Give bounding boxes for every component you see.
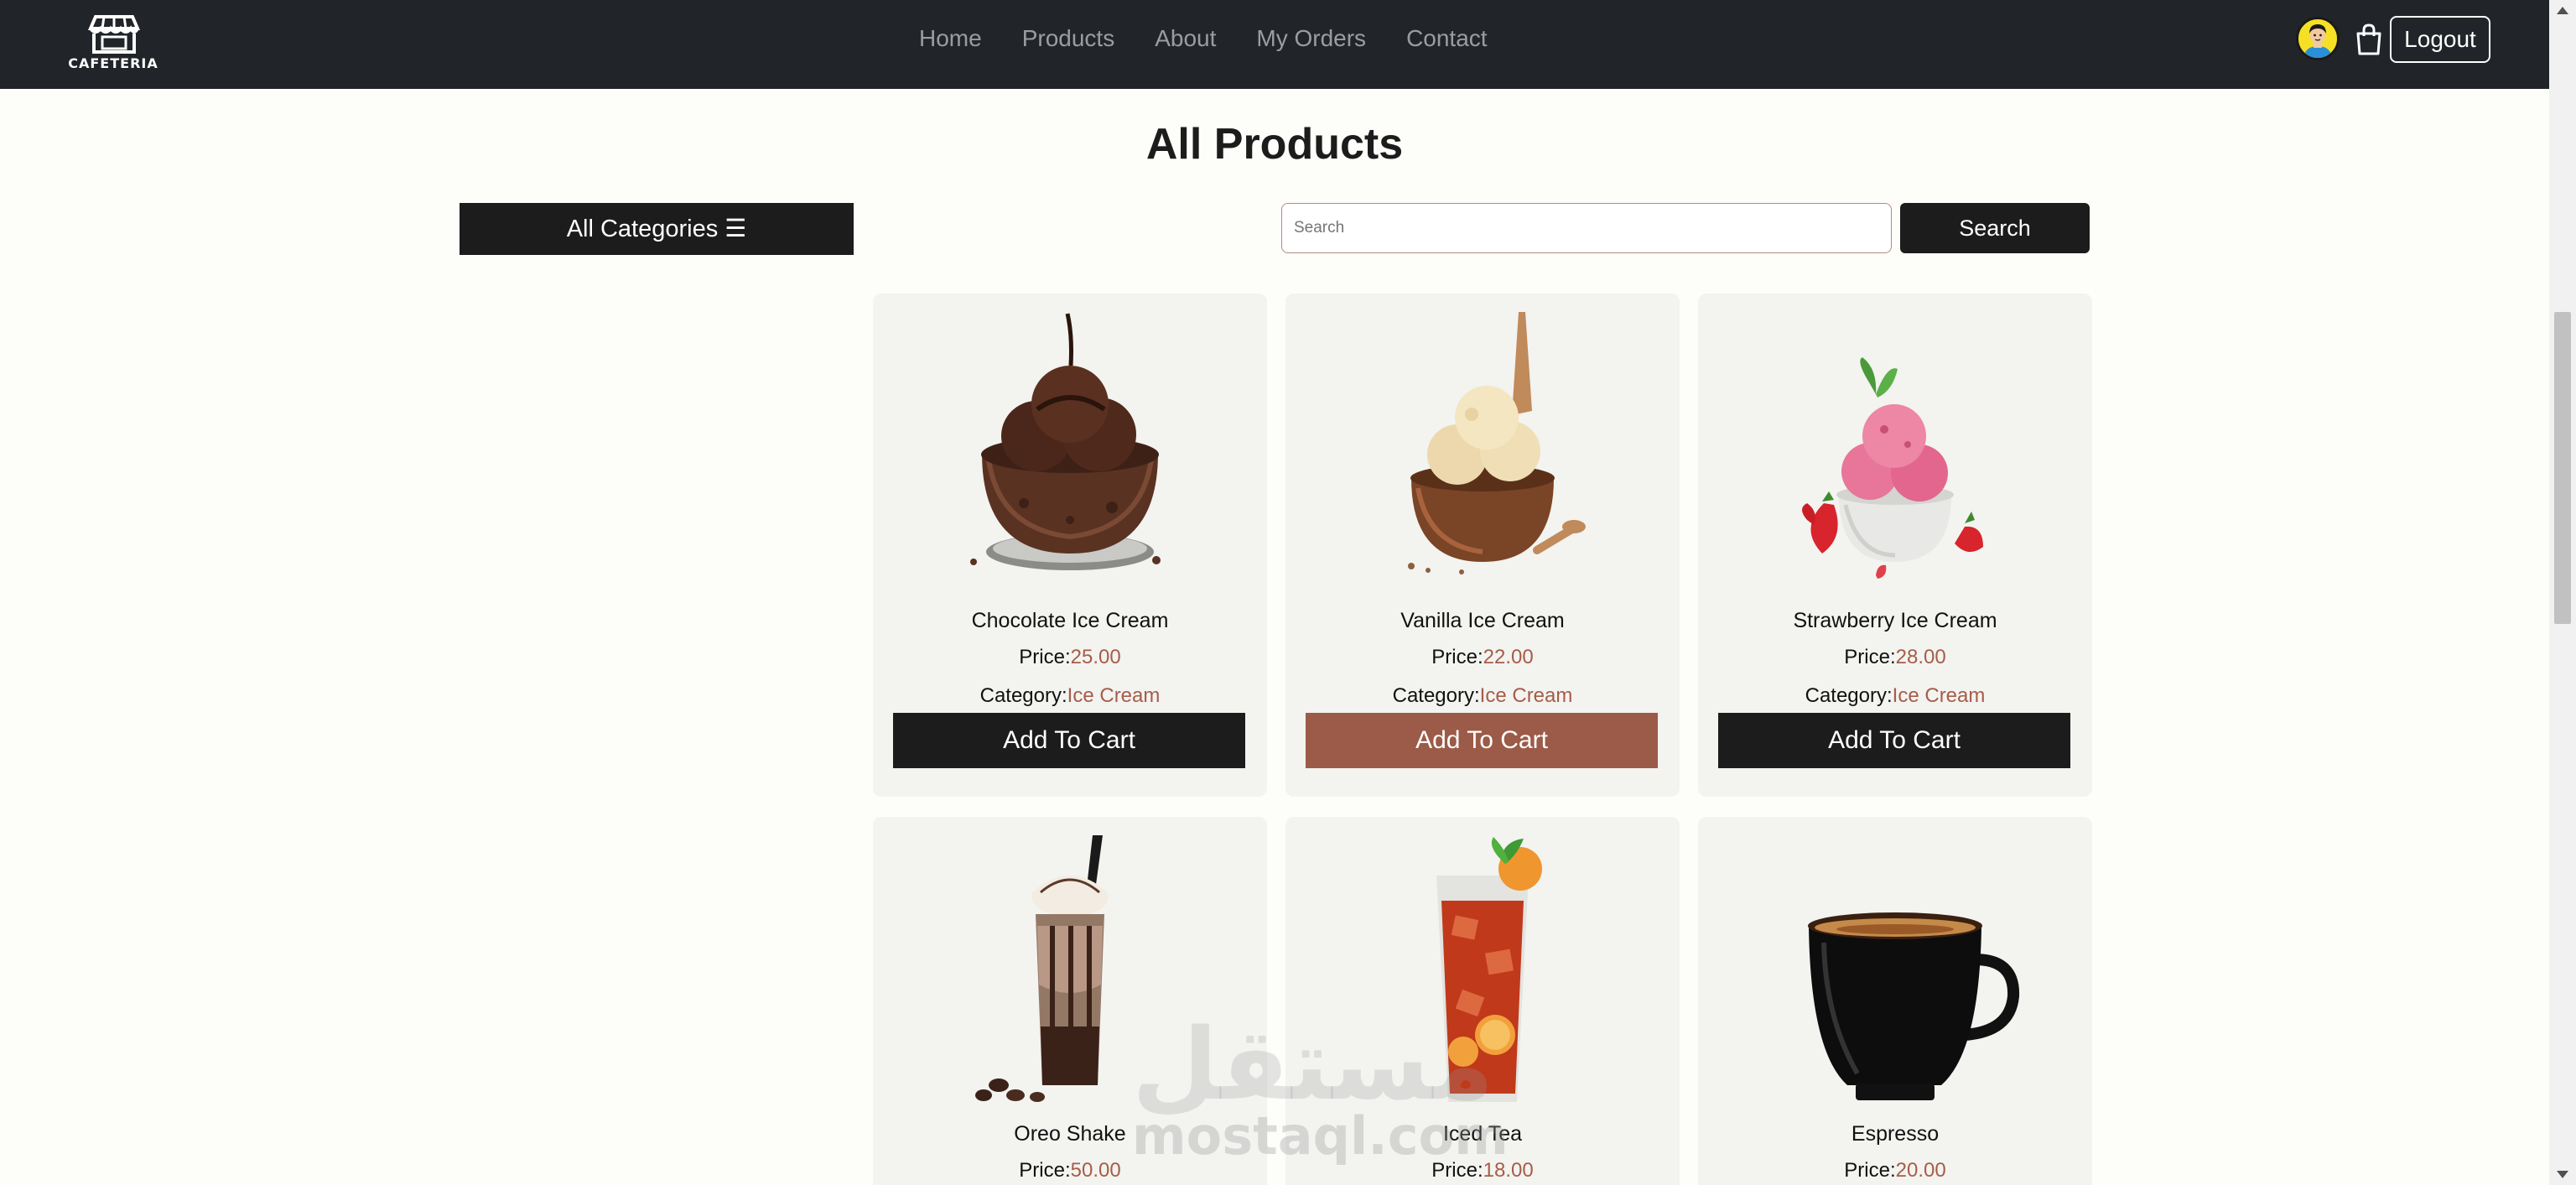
product-category: Category:Ice Cream <box>1285 684 1680 708</box>
category-label: Category: <box>1805 684 1893 707</box>
price-label: Price: <box>1431 1159 1483 1182</box>
category-label: Category: <box>979 684 1067 707</box>
product-name: Iced Tea <box>1442 1122 1523 1146</box>
category-value: Ice Cream <box>1067 684 1161 707</box>
price-label: Price: <box>1844 1159 1896 1182</box>
product-card: Vanilla Ice Cream Price:22.00 Category:I… <box>1285 294 1680 797</box>
oreo-shake-image <box>975 835 1109 1102</box>
product-category: Category:Ice Cream <box>1698 684 2092 708</box>
product-price: Price:50.00 <box>873 1159 1267 1182</box>
page-title: All Products <box>1145 120 1404 169</box>
price-value: 18.00 <box>1483 1159 1534 1182</box>
price-value: 22.00 <box>1483 646 1534 668</box>
product-price: Price:22.00 <box>1285 646 1680 669</box>
logo-text: CAFETERIA <box>68 55 158 71</box>
price-label: Price: <box>1431 646 1483 668</box>
price-value: 25.00 <box>1070 646 1121 668</box>
nav-link-about[interactable]: About <box>1155 22 1216 55</box>
price-label: Price: <box>1019 646 1071 668</box>
shopping-bag-icon[interactable] <box>2355 23 2383 55</box>
category-value: Ice Cream <box>1892 684 1986 707</box>
nav-link-contact[interactable]: Contact <box>1406 22 1488 55</box>
nav-links: Home Products About My Orders Contact <box>919 22 1528 55</box>
logout-button[interactable]: Logout <box>2390 16 2490 63</box>
product-card: Strawberry Ice Cream Price:28.00 Categor… <box>1698 294 2092 797</box>
nav-link-products[interactable]: Products <box>1022 22 1115 55</box>
page-scrollbar[interactable] <box>2549 0 2576 1185</box>
product-price: Price:18.00 <box>1285 1159 1680 1182</box>
iced-tea-image <box>1436 837 1542 1102</box>
chocolate-ice-cream-image <box>970 313 1161 570</box>
product-name: Vanilla Ice Cream <box>1400 609 1565 632</box>
add-to-cart-button[interactable]: Add To Cart <box>1718 713 2070 768</box>
product-name: Strawberry Ice Cream <box>1793 609 1997 632</box>
product-price: Price:20.00 <box>1698 1159 2092 1182</box>
product-card: Iced Tea Price:18.00 <box>1285 817 1680 1185</box>
search-input[interactable] <box>1281 203 1892 253</box>
cafeteria-logo[interactable]: CAFETERIA <box>59 12 168 71</box>
price-label: Price: <box>1844 646 1896 668</box>
product-name: Espresso <box>1851 1122 1940 1146</box>
user-avatar-icon[interactable] <box>2296 17 2340 60</box>
scroll-down-arrow-icon[interactable] <box>2557 1171 2568 1178</box>
category-label: Category: <box>1392 684 1480 707</box>
navbar: CAFETERIA Home Products About My Orders … <box>0 0 2549 89</box>
price-label: Price: <box>1019 1159 1071 1182</box>
price-value: 28.00 <box>1895 646 1946 668</box>
product-name: Oreo Shake <box>1014 1122 1126 1146</box>
nav-link-my-orders[interactable]: My Orders <box>1256 22 1366 55</box>
storefront-icon <box>87 15 141 54</box>
search-button[interactable]: Search <box>1900 203 2090 253</box>
strawberry-ice-cream-image <box>1802 357 1983 579</box>
product-category: Category:Ice Cream <box>873 684 1267 708</box>
product-card: Espresso Price:20.00 <box>1698 817 2092 1185</box>
product-price: Price:25.00 <box>873 646 1267 669</box>
espresso-image <box>1808 912 2020 1100</box>
all-categories-button[interactable]: All Categories ☰ <box>460 203 854 255</box>
scroll-up-arrow-icon[interactable] <box>2557 7 2568 14</box>
add-to-cart-button[interactable]: Add To Cart <box>893 713 1245 768</box>
price-value: 50.00 <box>1070 1159 1121 1182</box>
scrollbar-thumb[interactable] <box>2554 312 2571 624</box>
add-to-cart-button[interactable]: Add To Cart <box>1306 713 1658 768</box>
vanilla-ice-cream-image <box>1408 312 1586 574</box>
product-name: Chocolate Ice Cream <box>971 609 1169 632</box>
nav-link-home[interactable]: Home <box>919 22 982 55</box>
price-value: 20.00 <box>1895 1159 1946 1182</box>
product-card: Oreo Shake Price:50.00 <box>873 817 1267 1185</box>
category-value: Ice Cream <box>1479 684 1573 707</box>
product-card: Chocolate Ice Cream Price:25.00 Category… <box>873 294 1267 797</box>
product-price: Price:28.00 <box>1698 646 2092 669</box>
